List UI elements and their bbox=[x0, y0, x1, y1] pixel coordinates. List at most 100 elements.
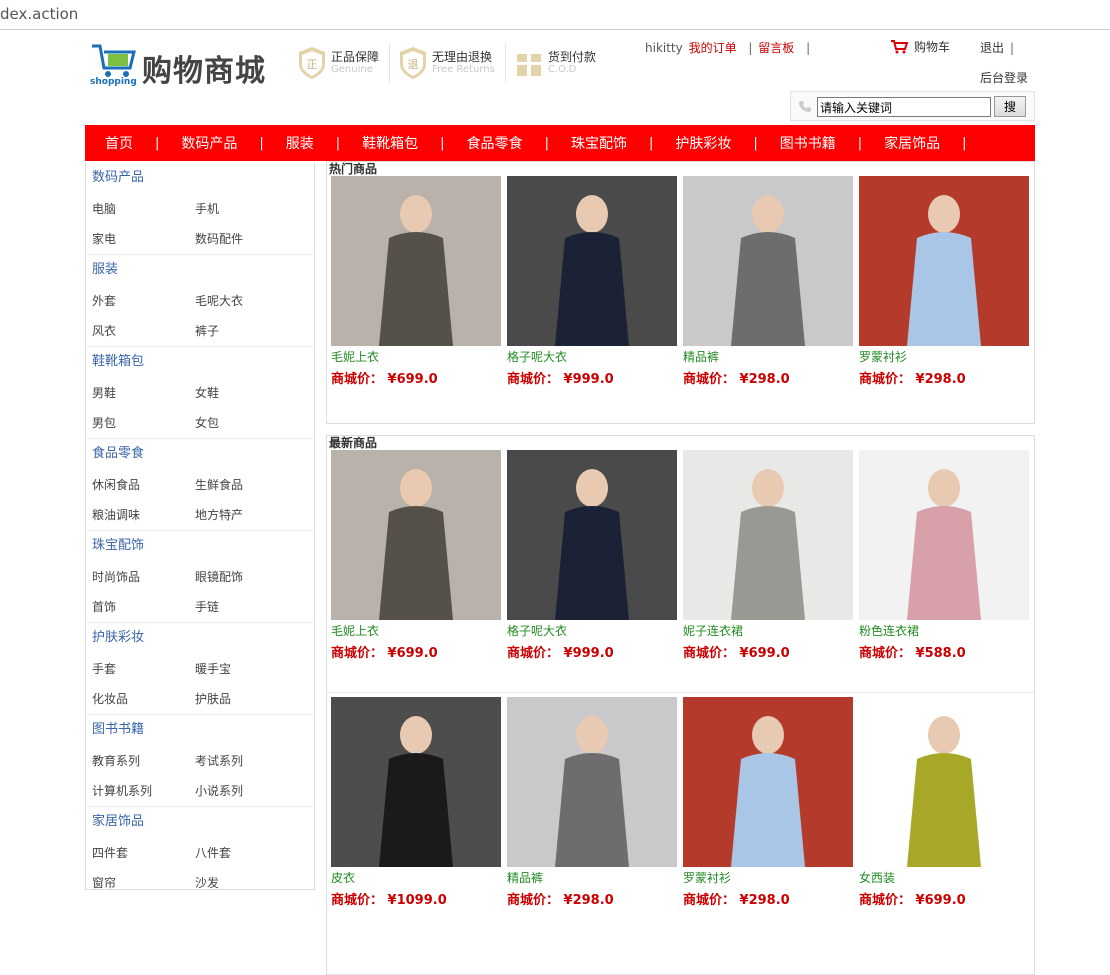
sidebar-subcategory-link[interactable]: 女鞋 bbox=[195, 378, 298, 408]
nav-item-food[interactable]: 食品零食 bbox=[467, 133, 523, 153]
product-name[interactable]: 精品裤 bbox=[507, 867, 677, 889]
product-card[interactable]: 女西装 商城价： ¥699.0 bbox=[859, 697, 1029, 913]
product-card[interactable]: 格子呢大衣 商城价： ¥999.0 bbox=[507, 450, 677, 692]
sidebar-category-title[interactable]: 家居饰品 bbox=[92, 807, 308, 838]
product-name[interactable]: 格子呢大衣 bbox=[507, 620, 677, 642]
sidebar-subcategory-link[interactable]: 护肤品 bbox=[195, 684, 298, 714]
main-nav: 首页 | 数码产品 | 服装 | 鞋靴箱包 | 食品零食 | 珠宝配饰 | 护肤… bbox=[85, 125, 1035, 161]
product-name[interactable]: 妮子连衣裙 bbox=[683, 620, 853, 642]
browser-url-bar[interactable]: dex.action bbox=[0, 0, 1110, 30]
sidebar-subcategory-link[interactable]: 男包 bbox=[92, 408, 195, 438]
nav-item-books[interactable]: 图书书籍 bbox=[780, 133, 836, 153]
sidebar-category-title[interactable]: 数码产品 bbox=[92, 163, 308, 194]
product-card[interactable]: 罗蒙衬衫 商城价： ¥298.0 bbox=[683, 697, 853, 913]
sidebar-subcategory-link[interactable]: 女包 bbox=[195, 408, 298, 438]
product-image[interactable] bbox=[859, 176, 1029, 346]
product-card[interactable]: 妮子连衣裙 商城价： ¥699.0 bbox=[683, 450, 853, 692]
sidebar-subcategory-link[interactable]: 手机 bbox=[195, 194, 298, 224]
separator: | bbox=[748, 41, 753, 55]
sidebar-subcategory-link[interactable]: 数码配件 bbox=[195, 224, 298, 254]
sidebar-subcategory-link[interactable]: 毛呢大衣 bbox=[195, 286, 298, 316]
product-card[interactable]: 毛妮上衣商城价： ¥699.0 bbox=[331, 176, 501, 392]
sidebar-subcategory-link[interactable]: 八件套 bbox=[195, 838, 298, 868]
sidebar-subcategory-link[interactable]: 沙发 bbox=[195, 868, 298, 898]
logout-link[interactable]: 退出 | bbox=[980, 39, 1020, 56]
sidebar-category-title[interactable]: 鞋靴箱包 bbox=[92, 347, 308, 378]
search-input[interactable] bbox=[817, 97, 991, 117]
product-name[interactable]: 罗蒙衬衫 bbox=[859, 346, 1029, 368]
nav-item-home-decor[interactable]: 家居饰品 bbox=[884, 133, 940, 153]
badge-subtitle: Free Returns bbox=[432, 64, 495, 75]
sidebar-category-title[interactable]: 图书书籍 bbox=[92, 715, 308, 746]
product-card[interactable]: 罗蒙衬衫 商城价： ¥298.0 bbox=[859, 176, 1029, 392]
nav-item-home[interactable]: 首页 bbox=[105, 133, 133, 153]
sidebar-subcategory-link[interactable]: 暖手宝 bbox=[195, 654, 298, 684]
product-image[interactable] bbox=[331, 697, 501, 867]
sidebar-category: 食品零食 休闲食品 生鲜食品 粮油调味 地方特产 bbox=[86, 439, 314, 531]
message-board-link[interactable]: 留言板 bbox=[758, 41, 794, 55]
product-name[interactable]: 女西装 bbox=[859, 867, 1029, 889]
nav-item-digital[interactable]: 数码产品 bbox=[181, 133, 237, 153]
product-image[interactable] bbox=[859, 697, 1029, 867]
site-logo[interactable]: shopping 购物商城 bbox=[90, 40, 280, 90]
search-button[interactable]: 搜 bbox=[994, 96, 1026, 117]
product-image[interactable] bbox=[507, 176, 677, 346]
product-image[interactable] bbox=[683, 176, 853, 346]
sidebar-category-title[interactable]: 护肤彩妆 bbox=[92, 623, 308, 654]
sidebar-subcategory-link[interactable]: 时尚饰品 bbox=[92, 562, 195, 592]
sidebar-subcategory-link[interactable]: 化妆品 bbox=[92, 684, 195, 714]
product-name[interactable]: 粉色连衣裙 bbox=[859, 620, 1029, 642]
sidebar-subcategory-link[interactable]: 教育系列 bbox=[92, 746, 195, 776]
product-card[interactable]: 精品裤 商城价： ¥298.0 bbox=[683, 176, 853, 392]
sidebar-subcategory-link[interactable]: 四件套 bbox=[92, 838, 195, 868]
product-image[interactable] bbox=[683, 697, 853, 867]
product-name[interactable]: 格子呢大衣 bbox=[507, 346, 677, 368]
sidebar-subcategory-link[interactable]: 考试系列 bbox=[195, 746, 298, 776]
product-name[interactable]: 罗蒙衬衫 bbox=[683, 867, 853, 889]
nav-item-cosmetics[interactable]: 护肤彩妆 bbox=[675, 133, 731, 153]
product-image[interactable] bbox=[683, 450, 853, 620]
product-image[interactable] bbox=[507, 450, 677, 620]
sidebar-subcategory-link[interactable]: 男鞋 bbox=[92, 378, 195, 408]
sidebar-subcategory-link[interactable]: 生鲜食品 bbox=[195, 470, 298, 500]
sidebar-subcategory-link[interactable]: 裤子 bbox=[195, 316, 298, 346]
sidebar-category-title[interactable]: 服装 bbox=[92, 255, 308, 286]
product-name[interactable]: 皮衣 bbox=[331, 867, 501, 889]
sidebar-subcategory-link[interactable]: 手链 bbox=[195, 592, 298, 622]
sidebar-subcategory-link[interactable]: 休闲食品 bbox=[92, 470, 195, 500]
nav-item-clothing[interactable]: 服装 bbox=[286, 133, 314, 153]
product-name[interactable]: 精品裤 bbox=[683, 346, 853, 368]
sidebar-subcategory-link[interactable]: 地方特产 bbox=[195, 500, 298, 530]
my-orders-link[interactable]: 我的订单 bbox=[689, 41, 737, 55]
sidebar-category-title[interactable]: 食品零食 bbox=[92, 439, 308, 470]
product-image[interactable] bbox=[331, 450, 501, 620]
admin-login-link[interactable]: 后台登录 bbox=[980, 69, 1028, 86]
sidebar-subcategory-link[interactable]: 电脑 bbox=[92, 194, 195, 224]
sidebar-subcategory-link[interactable]: 计算机系列 bbox=[92, 776, 195, 806]
sidebar-subcategory-link[interactable]: 小说系列 bbox=[195, 776, 298, 806]
sidebar-subcategory-link[interactable]: 窗帘 bbox=[92, 868, 195, 898]
sidebar-subcategory-link[interactable]: 外套 bbox=[92, 286, 195, 316]
sidebar-subcategory-link[interactable]: 风衣 bbox=[92, 316, 195, 346]
sidebar-subcategory-link[interactable]: 手套 bbox=[92, 654, 195, 684]
product-image[interactable] bbox=[859, 450, 1029, 620]
sidebar-subcategory-link[interactable]: 家电 bbox=[92, 224, 195, 254]
product-image[interactable] bbox=[507, 697, 677, 867]
nav-item-jewelry[interactable]: 珠宝配饰 bbox=[571, 133, 627, 153]
sidebar-category-title[interactable]: 珠宝配饰 bbox=[92, 531, 308, 562]
sidebar-subcategory-link[interactable]: 首饰 bbox=[92, 592, 195, 622]
product-card[interactable]: 毛妮上衣 商城价： ¥699.0 bbox=[331, 450, 501, 692]
product-card[interactable]: 格子呢大衣 商城价： ¥999.0 bbox=[507, 176, 677, 392]
product-name[interactable]: 毛妮上衣 bbox=[331, 346, 501, 368]
cart-link[interactable]: 购物车 bbox=[890, 38, 950, 55]
product-card[interactable]: 粉色连衣裙 商城价： ¥588.0 bbox=[859, 450, 1029, 692]
sidebar-subcategory-link[interactable]: 粮油调味 bbox=[92, 500, 195, 530]
nav-item-shoes-bags[interactable]: 鞋靴箱包 bbox=[362, 133, 418, 153]
product-card[interactable]: 精品裤 商城价： ¥298.0 bbox=[507, 697, 677, 913]
logo-title: 购物商城 bbox=[142, 54, 266, 89]
product-price: 商城价： ¥699.0 bbox=[331, 372, 438, 387]
product-image[interactable] bbox=[331, 176, 501, 346]
sidebar-subcategory-link[interactable]: 眼镜配饰 bbox=[195, 562, 298, 592]
product-card[interactable]: 皮衣 商城价： ¥1099.0 bbox=[331, 697, 501, 913]
product-name[interactable]: 毛妮上衣 bbox=[331, 620, 501, 642]
